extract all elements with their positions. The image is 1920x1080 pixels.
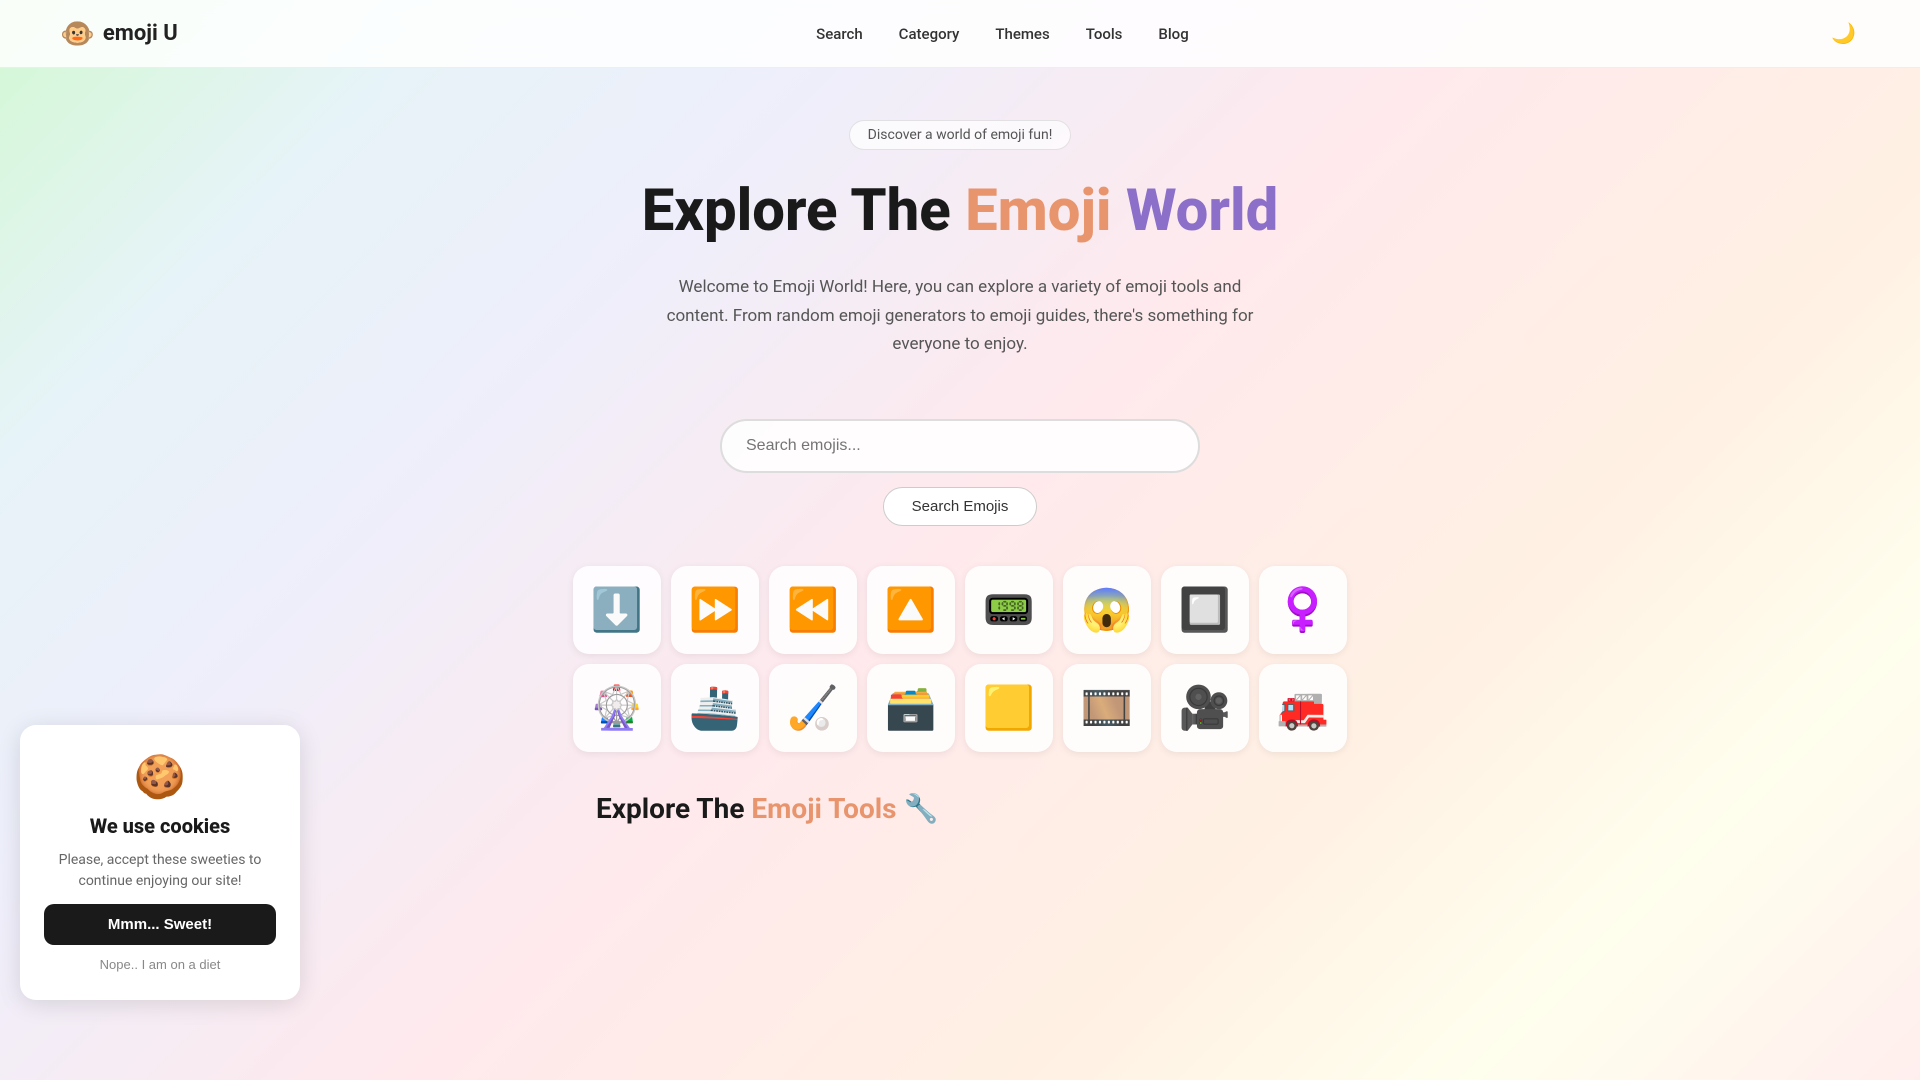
emoji-card[interactable]: 🗃️ [867, 664, 955, 752]
emoji-card[interactable]: 🔼 [867, 566, 955, 654]
emoji-card[interactable]: 🚢 [671, 664, 759, 752]
search-container: Search Emojis [720, 419, 1200, 526]
nav-tools[interactable]: Tools [1086, 25, 1123, 43]
emoji-card[interactable]: ⬇️ [573, 566, 661, 654]
cookie-title: We use cookies [90, 814, 231, 838]
logo-link[interactable]: 🐵 emoji U [60, 17, 178, 50]
emoji-card[interactable]: ♀️ [1259, 566, 1347, 654]
cookie-text: Please, accept these sweeties to continu… [44, 850, 276, 892]
emoji-card[interactable]: 😱 [1063, 566, 1151, 654]
search-input[interactable] [720, 419, 1200, 473]
explore-title-start: Explore The [596, 792, 751, 825]
hero-badge: Discover a world of emoji fun! [849, 120, 1072, 150]
emoji-grid: ⬇️ ⏩ ⏪ 🔼 📟 😱 🔲 ♀️ 🎡 🚢 🏑 🗃️ 🟨 🎞️ 🎥 🚒 [573, 566, 1347, 752]
hero-title: Explore The Emoji World [642, 178, 1279, 245]
emoji-card[interactable]: 🎡 [573, 664, 661, 752]
explore-tools-title: Explore The Emoji Tools 🔧 [596, 792, 938, 825]
logo-emoji: 🐵 [60, 17, 95, 50]
navbar: 🐵 emoji U Search Category Themes Tools B… [0, 0, 1920, 68]
nav-themes[interactable]: Themes [995, 25, 1049, 43]
hero-subtitle: Welcome to Emoji World! Here, you can ex… [660, 273, 1260, 360]
hero-title-emoji: Emoji [965, 177, 1111, 245]
cookie-accept-button[interactable]: Mmm... Sweet! [44, 904, 276, 945]
cookie-banner: 🍪 We use cookies Please, accept these sw… [20, 725, 300, 1000]
emoji-card[interactable]: 🟨 [965, 664, 1053, 752]
explore-title-icon: 🔧 [904, 792, 939, 825]
emoji-card[interactable]: 🚒 [1259, 664, 1347, 752]
explore-title-tools: Emoji Tools [751, 792, 896, 825]
nav-category[interactable]: Category [899, 25, 960, 43]
emoji-card[interactable]: 🎥 [1161, 664, 1249, 752]
search-emojis-button[interactable]: Search Emojis [883, 487, 1038, 526]
hero-title-start: Explore The [642, 177, 965, 245]
emoji-card[interactable]: 🏑 [769, 664, 857, 752]
emoji-card[interactable]: 🎞️ [1063, 664, 1151, 752]
emoji-card[interactable]: ⏪ [769, 566, 857, 654]
nav-links: Search Category Themes Tools Blog [816, 25, 1189, 43]
emoji-card[interactable]: 📟 [965, 566, 1053, 654]
cookie-decline-button[interactable]: Nope.. I am on a diet [100, 957, 221, 972]
cookie-icon: 🍪 [134, 753, 186, 802]
nav-search[interactable]: Search [816, 25, 863, 43]
logo-text: emoji U [103, 21, 178, 46]
theme-toggle-button[interactable]: 🌙 [1827, 17, 1860, 50]
emoji-card[interactable]: 🔲 [1161, 566, 1249, 654]
emoji-card[interactable]: ⏩ [671, 566, 759, 654]
nav-right: 🌙 [1827, 17, 1860, 50]
nav-blog[interactable]: Blog [1158, 25, 1188, 43]
hero-title-world: World [1112, 177, 1279, 245]
